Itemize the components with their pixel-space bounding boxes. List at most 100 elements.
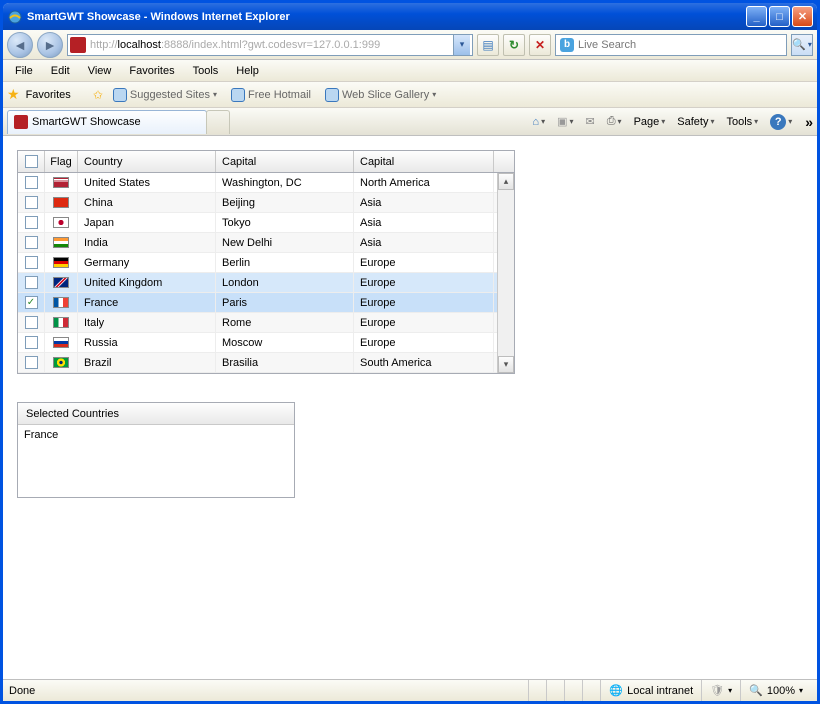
grid-header: Flag Country Capital Capital — [18, 151, 514, 173]
cell-continent: Europe — [354, 293, 494, 312]
table-row[interactable]: ✓FranceParisEurope — [18, 293, 514, 313]
status-sep — [528, 680, 546, 701]
home-icon: ⌂ — [532, 116, 539, 128]
back-button[interactable]: ◄ — [7, 32, 33, 58]
web-slice-link[interactable]: Web Slice Gallery ▾ — [321, 88, 440, 102]
grid-body[interactable]: United StatesWashington, DCNorth America… — [18, 173, 514, 373]
titlebar[interactable]: SmartGWT Showcase - Windows Internet Exp… — [3, 3, 817, 30]
scroll-down-button[interactable]: ▾ — [498, 356, 514, 373]
row-flag — [45, 273, 78, 292]
row-checkbox[interactable] — [18, 233, 45, 252]
cell-continent: South America — [354, 353, 494, 372]
menu-view[interactable]: View — [80, 63, 120, 79]
flag-icon — [53, 197, 69, 208]
cell-country: Russia — [78, 333, 216, 352]
close-button[interactable]: ✕ — [792, 6, 813, 27]
free-hotmail-link[interactable]: Free Hotmail — [227, 88, 315, 102]
row-checkbox[interactable] — [18, 273, 45, 292]
star-icon: ★ — [7, 86, 20, 103]
refresh-button[interactable]: ↻ — [503, 34, 525, 56]
page-menu[interactable]: Page ▾ — [631, 115, 669, 129]
search-box[interactable]: b Live Search — [555, 34, 787, 56]
ie-page-icon — [231, 88, 245, 102]
protected-mode[interactable]: 🛡▾ — [701, 680, 740, 701]
header-flag[interactable]: Flag — [45, 151, 78, 172]
row-checkbox[interactable] — [18, 333, 45, 352]
scroll-up-button[interactable]: ▴ — [498, 173, 514, 190]
table-row[interactable]: United StatesWashington, DCNorth America — [18, 173, 514, 193]
row-checkbox[interactable] — [18, 213, 45, 232]
table-row[interactable]: GermanyBerlinEurope — [18, 253, 514, 273]
cell-capital: Beijing — [216, 193, 354, 212]
table-row[interactable]: RussiaMoscowEurope — [18, 333, 514, 353]
table-row[interactable]: JapanTokyoAsia — [18, 213, 514, 233]
new-tab-button[interactable] — [206, 110, 230, 134]
cell-continent: Europe — [354, 333, 494, 352]
header-capital-2[interactable]: Capital — [354, 151, 494, 172]
header-checkbox[interactable] — [18, 151, 45, 172]
add-fav-icon[interactable]: ✩ — [93, 88, 103, 102]
selected-countries-header: Selected Countries — [18, 403, 294, 425]
cell-country: Italy — [78, 313, 216, 332]
row-flag — [45, 333, 78, 352]
row-checkbox[interactable] — [18, 313, 45, 332]
page-content: Flag Country Capital Capital United Stat… — [3, 136, 817, 679]
favorites-button[interactable]: Favorites — [26, 89, 71, 101]
cell-country: Japan — [78, 213, 216, 232]
cell-capital: New Delhi — [216, 233, 354, 252]
table-row[interactable]: ChinaBeijingAsia — [18, 193, 514, 213]
tab-smartgwt-showcase[interactable]: SmartGWT Showcase — [7, 110, 207, 134]
grid-scrollbar[interactable]: ▴ ▾ — [497, 173, 514, 373]
selected-countries-panel: Selected Countries France — [17, 402, 295, 498]
read-mail-button[interactable]: ✉ — [583, 114, 598, 129]
row-checkbox[interactable] — [18, 193, 45, 212]
cell-continent: Europe — [354, 273, 494, 292]
row-flag — [45, 353, 78, 372]
maximize-button[interactable]: □ — [769, 6, 790, 27]
feeds-button[interactable]: ▣▾ — [554, 114, 576, 129]
help-button[interactable]: ?▾ — [767, 113, 795, 131]
address-bar[interactable]: http://localhost:8888/index.html?gwt.cod… — [67, 34, 473, 56]
header-country[interactable]: Country — [78, 151, 216, 172]
zoom-control[interactable]: 🔍100% ▾ — [740, 680, 811, 701]
flag-icon — [53, 357, 69, 368]
row-checkbox[interactable]: ✓ — [18, 293, 45, 312]
table-row[interactable]: ItalyRomeEurope — [18, 313, 514, 333]
forward-button[interactable]: ► — [37, 32, 63, 58]
search-go-button[interactable]: 🔍▾ — [791, 34, 813, 56]
cell-country: India — [78, 233, 216, 252]
print-button[interactable]: ⎙▾ — [604, 114, 625, 129]
menu-file[interactable]: File — [7, 63, 41, 79]
menu-edit[interactable]: Edit — [43, 63, 78, 79]
flag-icon — [53, 297, 69, 308]
menu-favorites[interactable]: Favorites — [121, 63, 182, 79]
menu-help[interactable]: Help — [228, 63, 267, 79]
overflow-chevron[interactable]: » — [805, 114, 813, 130]
row-checkbox[interactable] — [18, 173, 45, 192]
minimize-button[interactable]: _ — [746, 6, 767, 27]
cell-capital: Rome — [216, 313, 354, 332]
safety-menu[interactable]: Safety ▾ — [674, 115, 717, 129]
menu-tools[interactable]: Tools — [185, 63, 227, 79]
address-dropdown[interactable]: ▾ — [453, 35, 470, 55]
flag-icon — [53, 337, 69, 348]
suggested-sites-link[interactable]: Suggested Sites ▾ — [109, 88, 221, 102]
row-flag — [45, 293, 78, 312]
header-capital-1[interactable]: Capital — [216, 151, 354, 172]
table-row[interactable]: BrazilBrasiliaSouth America — [18, 353, 514, 373]
table-row[interactable]: IndiaNew DelhiAsia — [18, 233, 514, 253]
cell-continent: Europe — [354, 313, 494, 332]
status-sep — [546, 680, 564, 701]
stop-button[interactable]: ✕ — [529, 34, 551, 56]
table-row[interactable]: United KingdomLondonEurope — [18, 273, 514, 293]
url-suffix: :8888/index.html?gwt.codesvr=127.0.0.1:9… — [161, 39, 380, 51]
country-grid[interactable]: Flag Country Capital Capital United Stat… — [17, 150, 515, 374]
home-button[interactable]: ⌂▾ — [529, 115, 548, 129]
tools-menu[interactable]: Tools ▾ — [723, 115, 761, 129]
cell-capital: Berlin — [216, 253, 354, 272]
shield-icon: 🛡 — [710, 684, 724, 697]
row-checkbox[interactable] — [18, 253, 45, 272]
row-checkbox[interactable] — [18, 353, 45, 372]
compat-view-button[interactable]: ▤ — [477, 34, 499, 56]
security-zone[interactable]: 🌐Local intranet — [600, 680, 701, 701]
